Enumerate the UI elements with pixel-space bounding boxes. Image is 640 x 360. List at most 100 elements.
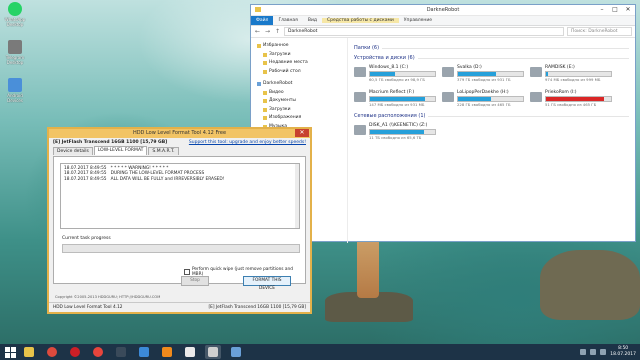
- tool-title: HDD Low Level Format Tool 4.12 Free: [132, 130, 227, 136]
- taskbar-app-chrome[interactable]: [44, 345, 60, 359]
- drive-item[interactable]: Macrium Reflect (F:) 147 МБ свободно из 9…: [354, 90, 436, 110]
- nav-item-recent[interactable]: Недавние места: [251, 59, 347, 68]
- star-icon: [257, 44, 261, 49]
- drive-item[interactable]: Svalka (D:) 379 ГБ свободно из 931 ГБ: [442, 65, 524, 85]
- hdd-format-tool-window: HDD Low Level Format Tool 4.12 Free ✕ [E…: [47, 127, 312, 314]
- network-icon[interactable]: [580, 349, 587, 355]
- explorer-content: Папки (6) Устройства и диски (6) Windows…: [348, 38, 635, 243]
- volume-icon[interactable]: [590, 349, 597, 355]
- stop-button[interactable]: Stop: [181, 276, 209, 286]
- taskbar-app-cpanel[interactable]: [182, 345, 198, 359]
- folder-icon: [263, 99, 267, 104]
- system-tray: 8:50 18.07.2017: [580, 344, 636, 360]
- taskbar-app-paint[interactable]: [228, 345, 244, 359]
- desktop-icon-whatsapp[interactable]: WhatsApp Desktop: [2, 2, 28, 36]
- group-header-folders[interactable]: Папки (6): [354, 45, 629, 51]
- network-drive-icon: [354, 125, 366, 135]
- desktop-icon-android[interactable]: Android Devices: [2, 78, 28, 112]
- close-button[interactable]: ✕: [295, 129, 309, 137]
- calculator-icon: [116, 347, 126, 357]
- ribbon-tab-file[interactable]: Файл: [251, 16, 274, 25]
- drive-icon: [530, 67, 542, 77]
- drive-icon: [354, 92, 366, 102]
- folder-icon: [263, 107, 267, 112]
- log-scrollbar[interactable]: [295, 164, 299, 228]
- quick-wipe-checkbox[interactable]: [184, 269, 190, 275]
- tab-device-details[interactable]: Device details: [53, 147, 93, 155]
- language-icon[interactable]: [600, 349, 607, 355]
- explorer-ribbon: Файл Главная Вид Средства работы с диска…: [251, 16, 635, 26]
- copyright-text: Copyright ©2005-2013 HDDGURU; HTTP://HDD…: [55, 295, 161, 299]
- computer-icon: [257, 82, 261, 87]
- support-link[interactable]: Support this tool: upgrade and enjoy bet…: [189, 140, 306, 145]
- clock[interactable]: 8:50 18.07.2017: [610, 346, 636, 358]
- opera-icon: [70, 347, 80, 357]
- telegram-icon: [8, 40, 22, 54]
- network-drives-grid: DISK_A1 (\\KEENETIC) (Z:) 11 ТБ свободно …: [354, 123, 629, 143]
- taskbar-app-explorer[interactable]: [21, 345, 37, 359]
- nav-item-user[interactable]: DarkneRobot: [251, 80, 347, 89]
- taskbar-app-yandex[interactable]: [90, 345, 106, 359]
- start-button[interactable]: [3, 346, 17, 358]
- taskbar-app-mail[interactable]: [136, 345, 152, 359]
- drive-usage-bar: [457, 71, 524, 77]
- back-arrow-icon[interactable]: ←: [254, 28, 261, 35]
- minimize-button[interactable]: –: [597, 6, 607, 13]
- network-drive-item[interactable]: DISK_A1 (\\KEENETIC) (Z:) 11 ТБ свободно …: [354, 123, 436, 143]
- tool-titlebar[interactable]: HDD Low Level Format Tool 4.12 Free ✕: [49, 129, 310, 138]
- hdd-icon: [208, 347, 218, 357]
- whatsapp-icon: [8, 2, 22, 16]
- folder-icon: [263, 52, 267, 57]
- drive-item[interactable]: LoLipopPerDaekhe (H:) 228 ГБ свободно из …: [442, 90, 524, 110]
- nav-item-pictures[interactable]: Изображения: [251, 114, 347, 123]
- tool-status-bar: HDD Low Level Format Tool 4.12 [E] JetFl…: [49, 302, 310, 312]
- search-input[interactable]: Поиск: DarkneRobot: [567, 27, 632, 36]
- group-header-network[interactable]: Сетевые расположения (1): [354, 113, 629, 119]
- folder-icon: [263, 90, 267, 95]
- ribbon-tab-manage[interactable]: Управление: [399, 18, 437, 23]
- format-device-button[interactable]: FORMAT THIS DEVICE: [243, 276, 291, 291]
- taskbar-app-opera[interactable]: [67, 345, 83, 359]
- nav-item-desktop[interactable]: Рабочий стол: [251, 68, 347, 77]
- drive-usage-bar: [369, 71, 436, 77]
- up-arrow-icon[interactable]: ↑: [274, 28, 281, 35]
- nav-item-favorites[interactable]: Избранное: [251, 42, 347, 51]
- nav-item-videos[interactable]: Видео: [251, 89, 347, 98]
- address-bar-row: ← → ↑ DarkneRobot Поиск: DarkneRobot: [251, 26, 635, 38]
- nav-item-downloads-2[interactable]: Загрузки: [251, 106, 347, 115]
- tab-low-level-format[interactable]: LOW-LEVEL FORMAT: [93, 146, 148, 155]
- log-line: 18.07.2017 8:49:55 ALL DATA WILL BE FULL…: [64, 176, 225, 182]
- tool-tabs: Device details LOW-LEVEL FORMAT S.M.A.R.…: [49, 146, 310, 155]
- taskbar-app-vlc[interactable]: [159, 345, 175, 359]
- address-bar[interactable]: DarkneRobot: [284, 27, 564, 36]
- nav-item-downloads[interactable]: Загрузки: [251, 51, 347, 60]
- group-header-devices[interactable]: Устройства и диски (6): [354, 55, 629, 61]
- close-button[interactable]: ✕: [623, 6, 633, 13]
- taskbar-app-calculator[interactable]: [113, 345, 129, 359]
- wallpaper-rock: [540, 250, 640, 320]
- folder-icon: [263, 61, 267, 66]
- mail-icon: [139, 347, 149, 357]
- drive-item[interactable]: Windows_8.1 (C:) 60,5 ГБ свободно из 98,9…: [354, 65, 436, 85]
- desktop-icon-label: Telegram Desktop: [5, 55, 25, 65]
- maximize-button[interactable]: □: [610, 6, 620, 13]
- task-progress-bar: [62, 244, 300, 253]
- drive-item[interactable]: PriekoRom (I:) 51 ГБ свободно из 465 ГБ: [530, 90, 612, 110]
- chrome-icon: [47, 347, 57, 357]
- tab-smart[interactable]: S.M.A.R.T.: [148, 147, 179, 155]
- nav-item-documents[interactable]: Документы: [251, 97, 347, 106]
- drives-grid: Windows_8.1 (C:) 60,5 ГБ свободно из 98,9…: [354, 65, 629, 110]
- taskbar-app-hddtool[interactable]: [205, 345, 221, 359]
- ribbon-tab-home[interactable]: Главная: [273, 18, 302, 23]
- explorer-titlebar[interactable]: DarkneRobot – □ ✕: [251, 5, 635, 16]
- ribbon-tab-drive-tools[interactable]: Средства работы с дисками: [322, 18, 399, 23]
- drive-usage-bar: [457, 96, 524, 102]
- desktop-icon-label: WhatsApp Desktop: [4, 17, 26, 27]
- yandex-icon: [93, 347, 103, 357]
- forward-arrow-icon[interactable]: →: [264, 28, 271, 35]
- folder-icon: [263, 69, 267, 74]
- ribbon-tab-view[interactable]: Вид: [303, 18, 322, 23]
- drive-item[interactable]: RAMDISK (E:) 974 МБ свободно из 999 МБ: [530, 65, 612, 85]
- drive-icon: [530, 92, 542, 102]
- desktop-icon-telegram[interactable]: Telegram Desktop: [2, 40, 28, 74]
